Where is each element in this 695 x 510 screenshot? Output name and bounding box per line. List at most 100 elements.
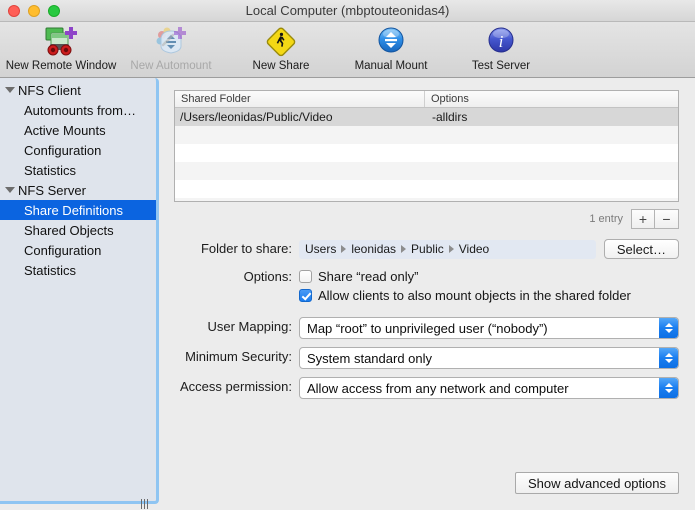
remove-share-button[interactable]: − — [655, 208, 679, 229]
sidebar-item-label: NFS Server — [18, 182, 86, 198]
app-window: Local Computer (mbptouteonidas4) New Rem… — [0, 0, 695, 510]
toolbar-manual-mount[interactable]: Manual Mount — [336, 25, 446, 72]
sidebar-container: NFS Client Automounts from… Active Mount… — [0, 78, 164, 510]
sidebar-item-client-statistics[interactable]: Statistics — [0, 160, 156, 180]
access-permission-control: Allow access from any network and comput… — [299, 377, 679, 399]
table-row[interactable]: /Users/leonidas/Public/Video -alldirs — [175, 108, 678, 126]
options-row: Options: Share “read only” Allow clients… — [174, 267, 679, 305]
column-header-options[interactable]: Options — [424, 91, 678, 107]
main-panel: Shared Folder Options /Users/leonidas/Pu… — [164, 78, 695, 510]
chevron-right-icon — [341, 245, 347, 253]
sidebar-group-nfs-client[interactable]: NFS Client — [0, 80, 156, 100]
toolbar-label: New Share — [252, 60, 310, 72]
sidebar-item-shared-objects[interactable]: Shared Objects — [0, 220, 156, 240]
sidebar-item-share-definitions[interactable]: Share Definitions — [0, 200, 156, 220]
chevron-right-icon — [401, 245, 407, 253]
minimum-security-select[interactable]: System standard only — [299, 347, 679, 369]
test-server-icon: i — [483, 25, 519, 57]
sidebar-item-label: Share Definitions — [24, 202, 123, 218]
toolbar-label: Manual Mount — [354, 60, 428, 72]
access-permission-label: Access permission: — [180, 379, 292, 394]
user-mapping-control: Map “root” to unprivileged user (“nobody… — [299, 317, 679, 339]
table-row-empty[interactable] — [175, 162, 678, 180]
breadcrumb-segment[interactable]: Video — [459, 242, 489, 256]
sidebar[interactable]: NFS Client Automounts from… Active Mount… — [0, 78, 159, 504]
manual-mount-icon — [373, 25, 409, 57]
folder-to-share-label: Folder to share: — [200, 241, 292, 256]
toolbar-label: New Automount — [130, 60, 212, 72]
add-remove-group: + − — [631, 208, 679, 229]
chevron-up-icon — [664, 383, 673, 387]
options-label: Options: — [243, 269, 292, 284]
content-area: NFS Client Automounts from… Active Mount… — [0, 78, 695, 510]
user-mapping-select[interactable]: Map “root” to unprivileged user (“nobody… — [299, 317, 679, 339]
show-advanced-options-button[interactable]: Show advanced options — [514, 472, 679, 494]
column-header-shared-folder[interactable]: Shared Folder — [175, 91, 424, 107]
new-share-icon — [263, 25, 299, 57]
remote-window-icon — [43, 25, 79, 57]
sidebar-item-label: Statistics — [24, 262, 77, 278]
allow-mount-objects-row[interactable]: Allow clients to also mount objects in t… — [299, 286, 679, 305]
toolbar-label: Test Server — [471, 60, 531, 72]
sidebar-item-active-mounts[interactable]: Active Mounts — [0, 120, 156, 140]
share-settings-form: Folder to share: Users leonidas Public V… — [174, 239, 679, 399]
chevron-right-icon — [448, 245, 454, 253]
share-read-only-row[interactable]: Share “read only” — [299, 267, 679, 286]
split-resize-handle[interactable] — [141, 499, 148, 509]
sidebar-item-label: NFS Client — [18, 82, 81, 98]
user-mapping-value: Map “root” to unprivileged user (“nobody… — [307, 320, 548, 336]
sidebar-item-label: Configuration — [24, 242, 102, 258]
add-share-button[interactable]: + — [631, 208, 655, 229]
sidebar-item-client-configuration[interactable]: Configuration — [0, 140, 156, 160]
shares-table[interactable]: Shared Folder Options /Users/leonidas/Pu… — [174, 90, 679, 202]
table-row-empty[interactable] — [175, 180, 678, 198]
access-permission-row: Access permission: Allow access from any… — [174, 377, 679, 399]
sidebar-group-nfs-server[interactable]: NFS Server — [0, 180, 156, 200]
share-read-only-checkbox[interactable] — [299, 270, 312, 283]
toolbar-new-share[interactable]: New Share — [226, 25, 336, 72]
allow-mount-objects-label: Allow clients to also mount objects in t… — [318, 288, 631, 303]
stepper-icon[interactable] — [659, 348, 678, 368]
toolbar-new-automount[interactable]: New Automount — [116, 25, 226, 72]
advanced-options-container: Show advanced options — [514, 472, 679, 494]
chevron-up-icon — [664, 353, 673, 357]
allow-mount-objects-checkbox[interactable] — [299, 289, 312, 302]
access-permission-value: Allow access from any network and comput… — [307, 380, 569, 396]
user-mapping-label: User Mapping: — [207, 319, 292, 334]
minimum-security-label: Minimum Security: — [185, 349, 292, 364]
minimum-security-row: Minimum Security: System standard only — [174, 347, 679, 369]
access-permission-select[interactable]: Allow access from any network and comput… — [299, 377, 679, 399]
minimum-security-value: System standard only — [307, 350, 433, 366]
title-bar: Local Computer (mbptouteonidas4) — [0, 0, 695, 22]
chevron-down-icon — [664, 329, 673, 333]
breadcrumb-segment[interactable]: leonidas — [351, 242, 396, 256]
chevron-down-icon — [664, 389, 673, 393]
path-breadcrumb[interactable]: Users leonidas Public Video — [299, 239, 596, 259]
cell-options: -alldirs — [432, 110, 468, 124]
table-row-empty[interactable] — [175, 144, 678, 162]
entry-count-label: 1 entry — [589, 212, 623, 225]
table-footer: 1 entry + − — [174, 208, 679, 229]
breadcrumb-segment[interactable]: Users — [305, 242, 336, 256]
stepper-icon[interactable] — [659, 378, 678, 398]
sidebar-item-label: Shared Objects — [24, 222, 114, 238]
table-row-empty[interactable] — [175, 198, 678, 201]
table-row-empty[interactable] — [175, 126, 678, 144]
select-folder-button[interactable]: Select… — [603, 239, 679, 259]
sidebar-item-label: Automounts from… — [24, 102, 136, 118]
stepper-icon[interactable] — [659, 318, 678, 338]
chevron-down-icon[interactable] — [5, 87, 15, 93]
chevron-down-icon[interactable] — [5, 187, 15, 193]
sidebar-item-server-statistics[interactable]: Statistics — [0, 260, 156, 280]
sidebar-item-label: Active Mounts — [24, 122, 106, 138]
folder-to-share-control: Users leonidas Public Video Select… — [299, 239, 679, 259]
toolbar-new-remote-window[interactable]: New Remote Window — [6, 25, 116, 72]
sidebar-item-label: Configuration — [24, 142, 102, 158]
sidebar-item-server-configuration[interactable]: Configuration — [0, 240, 156, 260]
window-title: Local Computer (mbptouteonidas4) — [245, 3, 450, 18]
sidebar-item-automounts-from[interactable]: Automounts from… — [0, 100, 156, 120]
breadcrumb-segment[interactable]: Public — [411, 242, 444, 256]
options-control: Share “read only” Allow clients to also … — [299, 267, 679, 305]
chevron-up-icon — [664, 323, 673, 327]
toolbar-test-server[interactable]: i Test Server — [446, 25, 556, 72]
